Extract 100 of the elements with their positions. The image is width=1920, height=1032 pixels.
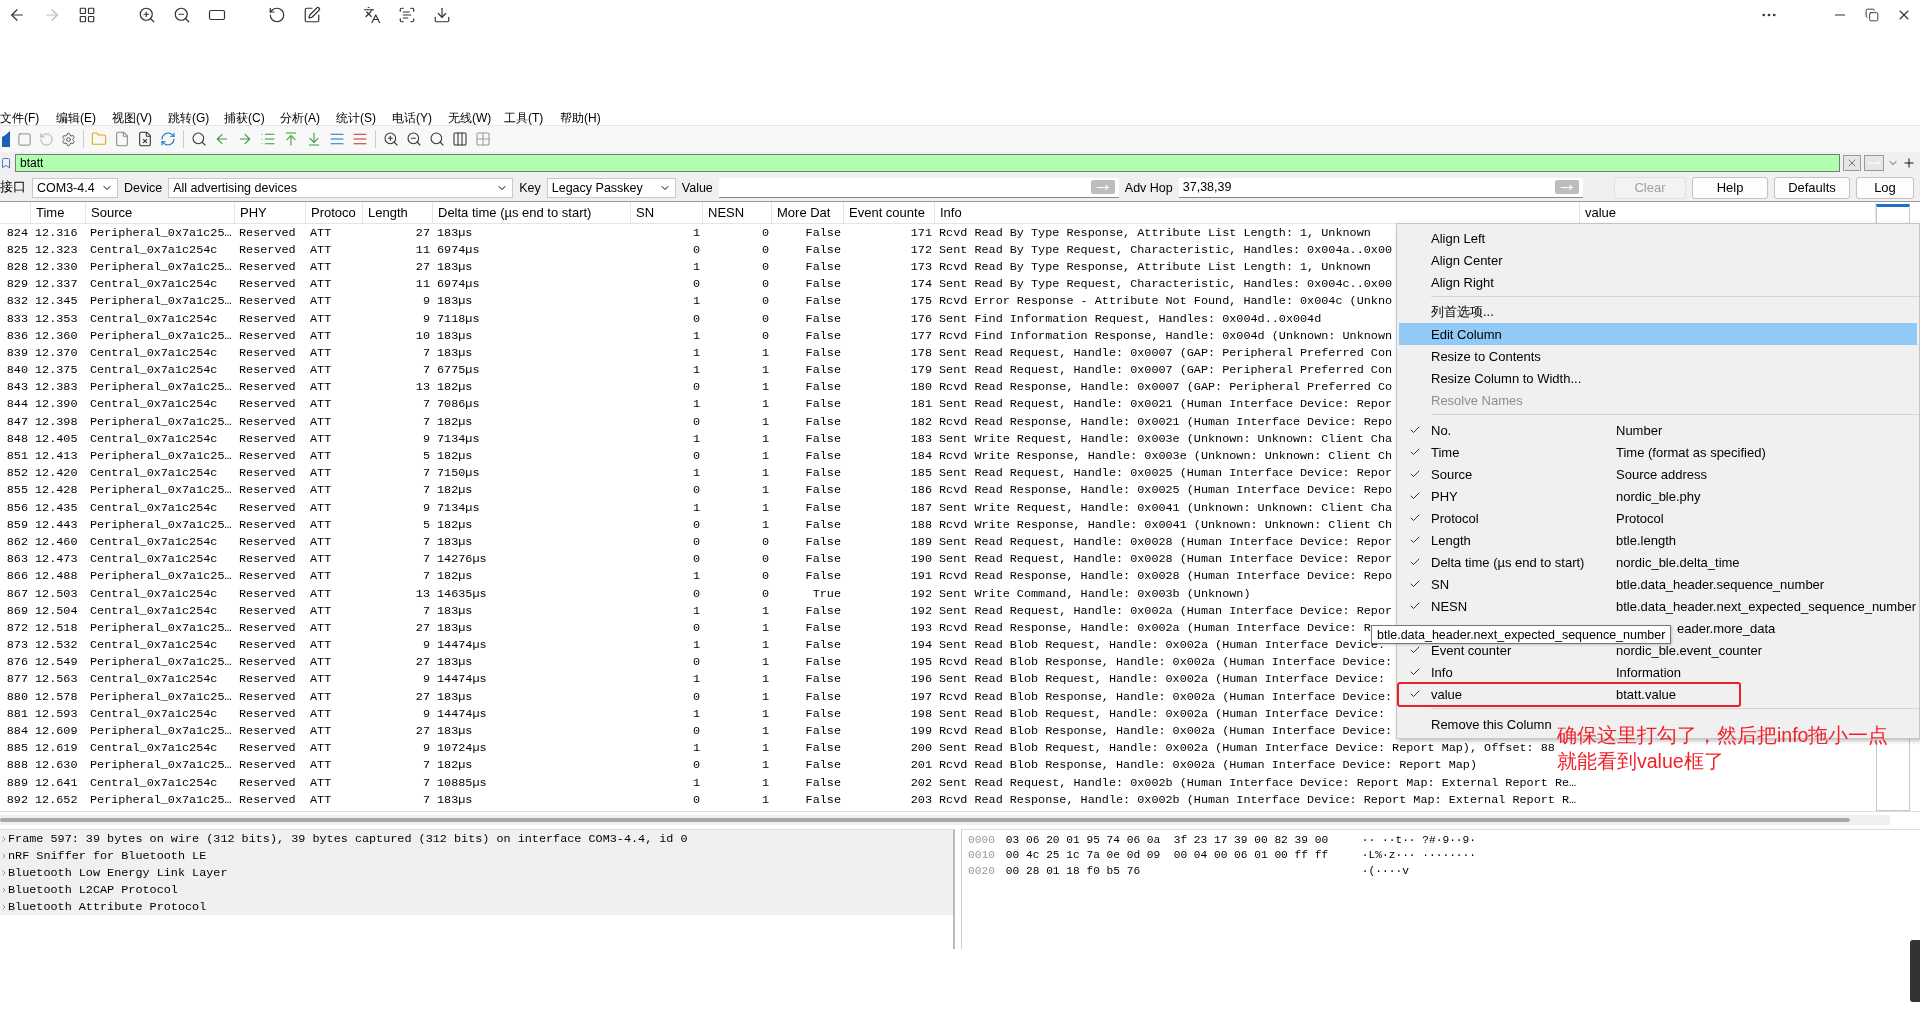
column-menu-item[interactable]: Info Information xyxy=(1399,661,1917,683)
menu-item[interactable]: Align Left xyxy=(1399,227,1492,249)
restart-icon[interactable] xyxy=(39,131,54,147)
menu-item[interactable]: 文件(F) xyxy=(0,112,45,125)
menu-item[interactable]: 捕获(C) xyxy=(224,112,269,125)
packet-cell-text: 12.360 xyxy=(34,328,79,343)
rotate-icon[interactable] xyxy=(268,6,286,24)
forward-icon[interactable] xyxy=(43,6,61,24)
apply-hop-button[interactable] xyxy=(1554,180,1579,194)
folder-icon[interactable] xyxy=(91,131,107,147)
detail-line[interactable]: Bluetooth L2CAP Protocol xyxy=(8,882,178,897)
menu-item[interactable]: 帮助(H) xyxy=(560,112,605,125)
layout-icon[interactable] xyxy=(475,131,491,147)
grid-icon[interactable] xyxy=(78,6,96,24)
close-file-icon[interactable] xyxy=(137,131,153,147)
edit-icon[interactable] xyxy=(303,6,321,24)
column-menu-item[interactable]: PHY nordic_ble.phy xyxy=(1399,485,1917,507)
back-icon[interactable] xyxy=(8,6,26,24)
column-menu-item[interactable]: SN btle.data_header.sequence_number xyxy=(1399,573,1917,595)
packet-cell-text: 183µs xyxy=(436,294,474,309)
detail-line[interactable]: Bluetooth Attribute Protocol xyxy=(8,899,207,914)
menu-item[interactable]: 无线(W) xyxy=(448,112,493,125)
colorize-icon[interactable] xyxy=(352,131,368,147)
column-header[interactable]: More Dat xyxy=(772,202,844,223)
column-header[interactable]: Source xyxy=(86,202,235,223)
menu-item[interactable]: Edit Column xyxy=(1399,323,1917,345)
column-header[interactable]: Time xyxy=(31,202,86,223)
packet-cell-text: 13 xyxy=(414,380,431,395)
detail-line[interactable]: nRF Sniffer for Bluetooth LE xyxy=(8,848,207,863)
menu-item[interactable]: 工具(T) xyxy=(504,112,549,125)
file-icon[interactable] xyxy=(114,131,130,147)
go-to-packet-icon[interactable] xyxy=(260,131,276,147)
translate-icon[interactable] xyxy=(363,6,381,24)
menu-item[interactable]: Align Right xyxy=(1399,271,1500,293)
menu-item[interactable]: Resize Column to Width... xyxy=(1399,367,1588,389)
resize-columns-icon[interactable] xyxy=(452,131,468,147)
toolbar-button[interactable]: Defaults xyxy=(1774,176,1850,199)
last-packet-icon[interactable] xyxy=(306,131,322,147)
column-header[interactable]: NESN xyxy=(703,202,772,223)
settings-icon[interactable] xyxy=(61,131,76,147)
plus-icon[interactable] xyxy=(1902,156,1916,170)
menu-item[interactable]: 列首选项... xyxy=(1399,301,1500,323)
column-header[interactable]: Length xyxy=(363,202,433,223)
stop-icon[interactable] xyxy=(17,131,32,147)
restore-icon[interactable] xyxy=(1865,8,1879,22)
packet-cell-text: 202 xyxy=(909,775,933,790)
download-icon[interactable] xyxy=(433,6,451,24)
device-dropdown[interactable]: All advertising devices xyxy=(168,177,514,198)
packet-cell-text: 1 xyxy=(691,603,701,618)
zoom-in-icon[interactable] xyxy=(138,6,156,24)
side-handle[interactable] xyxy=(1910,940,1920,1002)
normal-size-icon[interactable] xyxy=(429,131,445,147)
zoom-out-icon[interactable] xyxy=(173,6,191,24)
column-header[interactable]: Protoco xyxy=(306,202,363,223)
zoom-out-icon[interactable] xyxy=(406,131,422,147)
menu-item[interactable]: Resize to Contents xyxy=(1399,345,1547,367)
value-field[interactable] xyxy=(718,177,1119,198)
menu-item[interactable]: 统计(S) xyxy=(336,112,381,125)
menu-item[interactable]: 编辑(E) xyxy=(56,112,101,125)
zoom-in-icon[interactable] xyxy=(383,131,399,147)
column-menu-item[interactable]: Delta time (µs end to start) nordic_ble.delta_time xyxy=(1399,551,1917,573)
packet-cell-text: 880 xyxy=(5,689,29,704)
autoscroll-icon[interactable] xyxy=(329,131,345,147)
apply-value-button[interactable] xyxy=(1090,180,1115,194)
menu-item[interactable]: 视图(V) xyxy=(112,112,157,125)
column-header[interactable]: PHY xyxy=(235,202,306,223)
horizontal-scrollbar[interactable] xyxy=(0,818,1850,822)
packet-cell-text: 197 xyxy=(909,689,933,704)
display-filter-field[interactable]: btatt xyxy=(15,154,1840,172)
column-header[interactable]: Event counte xyxy=(844,202,935,223)
interface-dropdown[interactable]: COM3-4.4 xyxy=(32,177,118,198)
column-menu-item[interactable]: Source Source address xyxy=(1399,463,1917,485)
column-header[interactable]: Delta time (µs end to start) xyxy=(433,202,631,223)
packet-cell-text: ATT xyxy=(309,449,333,464)
column-menu-item[interactable]: Time Time (format as specified) xyxy=(1399,441,1917,463)
menu-item[interactable]: 跳转(G) xyxy=(168,112,213,125)
column-menu-item[interactable]: Length btle.length xyxy=(1399,529,1917,551)
toolbar-button[interactable]: Log xyxy=(1856,176,1914,199)
scan-text-icon[interactable] xyxy=(398,6,416,24)
packet-cell-text: ATT xyxy=(309,706,333,721)
menu-item[interactable]: 电话(Y) xyxy=(392,112,437,125)
packet-cell-text: 1 xyxy=(691,259,701,274)
key-dropdown[interactable]: Legacy Passkey xyxy=(546,177,676,198)
bookmark-icon[interactable] xyxy=(0,157,12,169)
toolbar-button[interactable]: Help xyxy=(1692,176,1768,199)
shark-fin-icon[interactable] xyxy=(2,131,10,147)
column-header[interactable]: SN xyxy=(631,202,703,223)
column-menu-item[interactable]: NESN btle.data_header.next_expected_sequence_number xyxy=(1399,595,1917,617)
first-packet-icon[interactable] xyxy=(283,131,299,147)
menu-item[interactable]: Align Center xyxy=(1399,249,1509,271)
menu-item[interactable]: Remove this Column xyxy=(1399,713,1558,735)
search-icon[interactable] xyxy=(191,131,207,147)
column-menu-item[interactable]: No. Number xyxy=(1399,419,1917,441)
column-menu-item[interactable]: value btatt.value xyxy=(1399,683,1917,705)
forward-icon[interactable] xyxy=(237,131,253,147)
packet-cell-text: False xyxy=(804,758,842,773)
menu-item[interactable]: 分析(A) xyxy=(280,112,325,125)
column-menu-item[interactable]: Protocol Protocol xyxy=(1399,507,1917,529)
adv-hop-field[interactable]: 37,38,39 xyxy=(1178,177,1583,198)
reload-icon[interactable] xyxy=(160,131,176,147)
